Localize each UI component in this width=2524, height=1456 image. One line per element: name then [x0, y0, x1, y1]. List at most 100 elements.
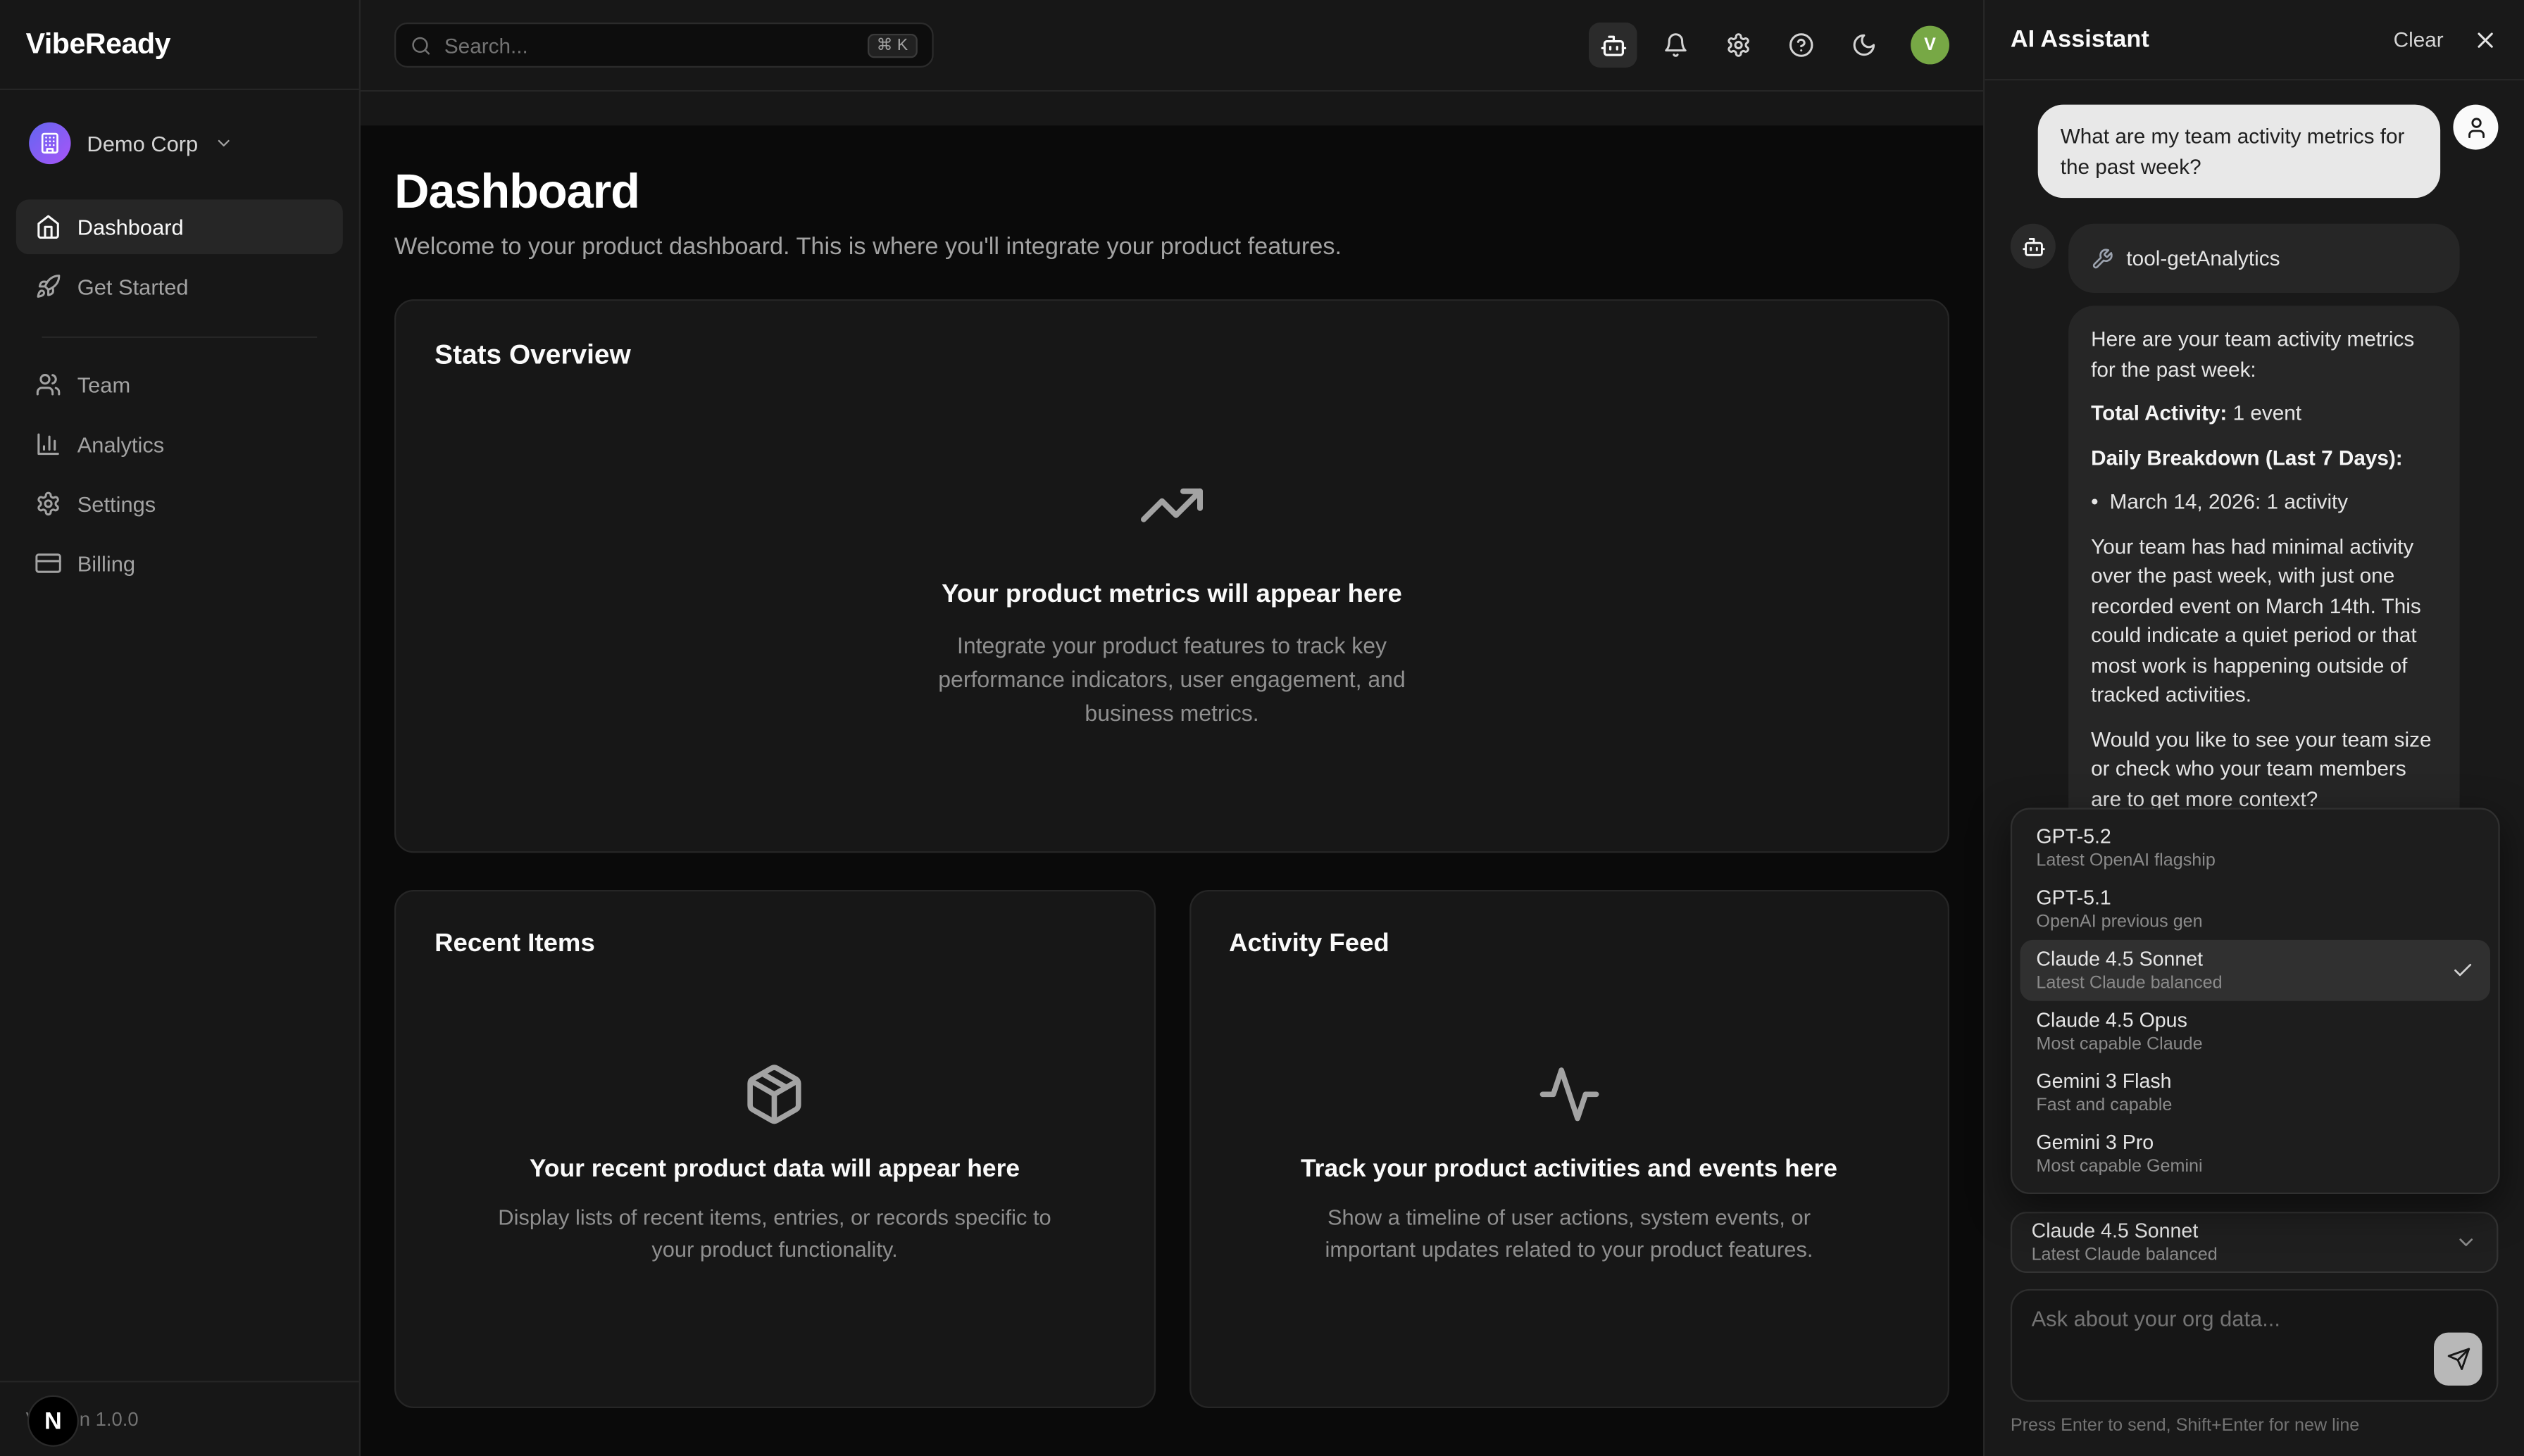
gear-icon [35, 491, 61, 517]
person-icon [2463, 115, 2487, 139]
user-avatar[interactable]: V [1911, 26, 1949, 65]
tool-call-chip: tool-getAnalytics [2068, 224, 2459, 293]
reply-breakdown-label: Daily Breakdown (Last 7 Days): [2091, 445, 2403, 469]
send-icon [2446, 1347, 2470, 1371]
sidebar-item-label: Analytics [77, 432, 165, 456]
user-message-bubble: What are my team activity metrics for th… [2038, 105, 2440, 199]
empty-description: Show a timeline of user actions, system … [1292, 1202, 1847, 1266]
package-icon [742, 1062, 806, 1126]
ai-assistant-toggle-button[interactable] [1589, 23, 1637, 68]
chevron-down-icon [2455, 1231, 2478, 1254]
wrench-icon [2091, 247, 2113, 270]
nextjs-dev-badge[interactable]: N [29, 1397, 77, 1445]
sidebar-item-label: Settings [77, 491, 156, 515]
moon-icon [1851, 32, 1878, 58]
model-option-claude-4-5-opus[interactable]: Claude 4.5 Opus Most capable Claude [2020, 1001, 2490, 1062]
check-icon [2451, 959, 2474, 981]
theme-toggle-button[interactable] [1840, 23, 1889, 68]
sidebar-item-dashboard[interactable]: Dashboard [16, 199, 343, 254]
org-avatar [29, 123, 70, 164]
ai-panel-header: AI Assistant Clear [1985, 0, 2524, 80]
credit-card-icon [35, 551, 61, 577]
reply-paragraph: Would you like to see your team size or … [2091, 725, 2437, 815]
help-circle-icon [1788, 32, 1814, 58]
model-name: GPT-5.2 [2036, 824, 2474, 850]
bot-icon [1599, 32, 1627, 59]
composer-hint: Press Enter to send, Shift+Enter for new… [2011, 1416, 2499, 1435]
close-panel-button[interactable] [2473, 27, 2499, 53]
empty-description: Display lists of recent items, entries, … [497, 1202, 1053, 1266]
user-message-row: What are my team activity metrics for th… [2011, 105, 2499, 199]
sidebar-item-get-started[interactable]: Get Started [16, 259, 343, 314]
stats-overview-card: Stats Overview Your product metrics will… [394, 299, 1949, 853]
model-option-claude-4-5-sonnet[interactable]: Claude 4.5 Sonnet Latest Claude balanced [2020, 940, 2490, 1001]
card-title: Stats Overview [435, 339, 1909, 372]
selected-model-name: Claude 4.5 Sonnet [2032, 1218, 2455, 1244]
search-shortcut-badge: ⌘ K [867, 33, 918, 57]
page-title: Dashboard [394, 165, 1949, 220]
assistant-bubbles: tool-getAnalytics Here are your team act… [2068, 224, 2459, 834]
bullet-text: March 14, 2026: 1 activity [2110, 488, 2349, 517]
empty-heading: Your product metrics will appear here [942, 581, 1402, 610]
model-name: Claude 4.5 Opus [2036, 1008, 2474, 1034]
bell-icon [1663, 32, 1689, 58]
model-selector-button[interactable]: Claude 4.5 Sonnet Latest Claude balanced [2011, 1212, 2499, 1273]
reply-breakdown-line: Daily Breakdown (Last 7 Days): [2091, 444, 2437, 473]
notifications-button[interactable] [1651, 23, 1700, 68]
topbar-actions: V [1589, 23, 1949, 68]
org-switcher[interactable]: Demo Corp [16, 113, 343, 174]
sidebar-header: VibeReady [0, 0, 359, 90]
activity-empty-state: Track your product activities and events… [1229, 1062, 1909, 1267]
user-chat-avatar [2453, 105, 2498, 150]
sidebar-item-settings[interactable]: Settings [16, 477, 343, 532]
chat-input[interactable] [2012, 1291, 2497, 1400]
clear-chat-button[interactable]: Clear [2394, 27, 2444, 51]
sidebar-item-billing[interactable]: Billing [16, 536, 343, 591]
send-button[interactable] [2434, 1333, 2482, 1386]
model-option-gemini-3-pro[interactable]: Gemini 3 Pro Most capable Gemini [2020, 1123, 2490, 1184]
activity-pulse-icon [1537, 1062, 1601, 1126]
rocket-icon [35, 274, 61, 300]
settings-button[interactable] [1714, 23, 1763, 68]
search-box[interactable]: ⌘ K [394, 23, 934, 68]
model-description: Most capable Claude [2036, 1033, 2474, 1055]
sidebar-item-analytics[interactable]: Analytics [16, 417, 343, 472]
stats-empty-state: Your product metrics will appear here In… [435, 472, 1909, 731]
close-icon [2473, 27, 2499, 53]
bullet-dot: • [2091, 488, 2098, 517]
selected-model-description: Latest Claude balanced [2032, 1244, 2455, 1267]
page-subtitle: Welcome to your product dashboard. This … [394, 233, 1949, 261]
reply-total-value: 1 event [2227, 401, 2301, 425]
trending-up-icon [1138, 472, 1206, 539]
reply-total-label: Total Activity: [2091, 401, 2227, 425]
model-dropdown-menu: GPT-5.2 Latest OpenAI flagship GPT-5.1 O… [2011, 808, 2500, 1194]
app-logo: VibeReady [26, 27, 171, 61]
ai-assistant-panel: AI Assistant Clear What are my team acti… [1983, 0, 2524, 1456]
assistant-chat-avatar [2011, 224, 2056, 269]
chat-input-box [2011, 1289, 2499, 1402]
model-name: Gemini 3 Pro [2036, 1130, 2474, 1156]
sidebar-item-label: Billing [77, 551, 135, 575]
recent-empty-state: Your recent product data will appear her… [435, 1062, 1115, 1267]
users-icon [35, 372, 61, 398]
bar-chart-icon [35, 432, 61, 458]
building-icon [39, 132, 61, 154]
model-option-gpt-5-2[interactable]: GPT-5.2 Latest OpenAI flagship [2020, 817, 2490, 879]
sidebar-item-label: Team [77, 372, 130, 396]
model-option-gemini-3-flash[interactable]: Gemini 3 Flash Fast and capable [2020, 1062, 2490, 1124]
main-column: ⌘ K [361, 0, 1983, 1456]
search-input[interactable] [444, 33, 854, 57]
model-description: Latest OpenAI flagship [2036, 850, 2474, 872]
sidebar-item-team[interactable]: Team [16, 357, 343, 412]
main-content: Dashboard Welcome to your product dashbo… [361, 125, 1983, 1456]
model-name: Claude 4.5 Sonnet [2036, 946, 2451, 972]
home-icon [35, 214, 61, 240]
model-name: GPT-5.1 [2036, 885, 2474, 911]
topbar: ⌘ K [361, 0, 1983, 92]
model-option-gpt-5-1[interactable]: GPT-5.1 OpenAI previous gen [2020, 879, 2490, 940]
empty-heading: Your recent product data will appear her… [530, 1155, 1020, 1184]
reply-paragraph: Here are your team activity metrics for … [2091, 325, 2437, 385]
help-button[interactable] [1777, 23, 1825, 68]
sidebar-nav: Dashboard Get Started Team Analytics [0, 174, 359, 596]
model-description: OpenAI previous gen [2036, 911, 2474, 934]
